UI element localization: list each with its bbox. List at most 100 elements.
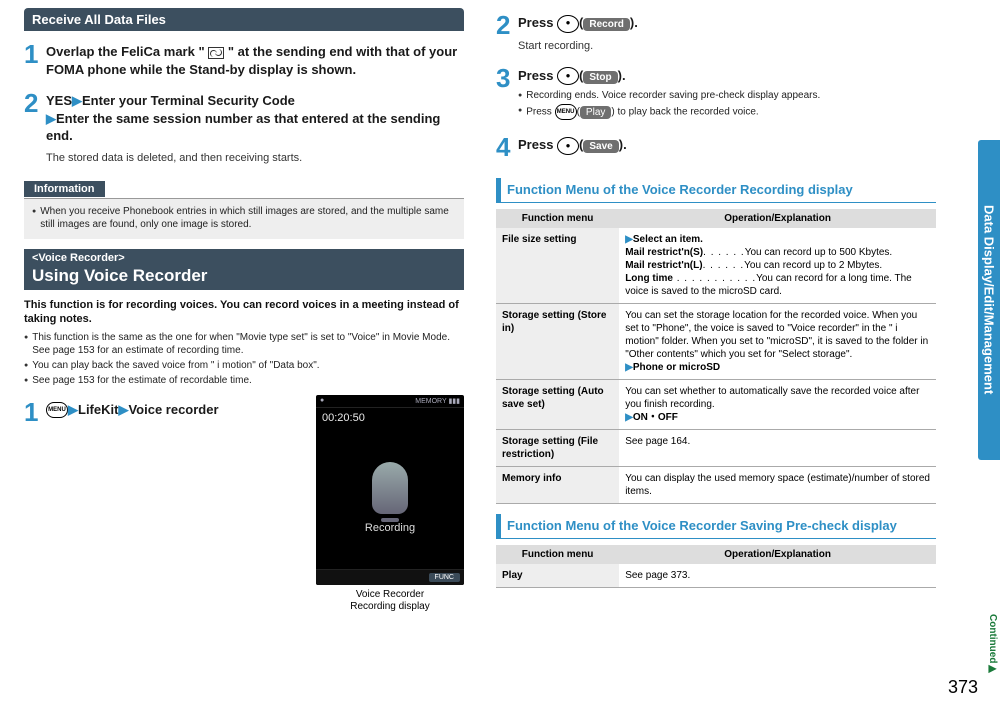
screenshot-timer: 00:20:50 [316,407,464,428]
text: Enter the same session number as that en… [46,111,440,144]
text: You can record up to 2 Mbytes. [744,260,882,271]
right-step-4: 4 Press ●(Save). [496,134,936,160]
table-row: File size setting ▶Select an item. Mail … [496,228,936,304]
screenshot-caption: Voice Recorder Recording display [350,589,430,613]
text: Recording display [350,601,430,612]
step-body: YES▶Enter your Terminal Security Code ▶E… [46,90,464,165]
text: Select an item. [633,234,703,245]
step-body: Press ●(Record). Start recording. [518,12,936,53]
info-bullet: When you receive Phonebook entries in wh… [32,205,456,231]
step-body: MENU▶LifeKit▶Voice recorder [46,399,316,419]
menu-item-op: ▶Select an item. Mail restrict'n(S). . .… [619,228,936,304]
text: YES [46,93,72,108]
text: . . . . . . . . . . . [673,273,756,284]
menu-key-icon: MENU [555,104,577,120]
bullet: You can play back the saved voice from "… [24,359,464,372]
step-title: Overlap the FeliCa mark " " at the sendi… [46,43,464,78]
arrow-icon: ▶ [68,402,78,417]
step-description: Start recording. [518,39,936,53]
text: Voice Recorder [356,589,424,600]
text: Phone or microSD [633,362,720,373]
function-menu-table-recording: Function menu Operation/Explanation File… [496,209,936,504]
page-number: 373 [948,677,978,698]
step-title: Press ●(Save). [518,136,936,155]
menu-item-op: You can set whether to automatically sav… [619,380,936,430]
left-step-1b: 1 MENU▶LifeKit▶Voice recorder [24,399,316,425]
text: Overlap the FeliCa mark " [46,44,205,59]
information-box: When you receive Phonebook entries in wh… [24,199,464,239]
step-body: Press ●(Save). [518,134,936,155]
center-key-icon: ● [557,15,579,33]
save-pill: Save [583,140,618,153]
text: See page 153 for the estimate of recorda… [32,374,252,387]
felica-icon [208,47,224,59]
screenshot-wrap: ● MEMORY ▮▮▮ 00:20:50 Recording FUNC Voi… [316,395,464,613]
center-key-icon: ● [557,67,579,85]
arrow-icon: ▶ [118,402,128,417]
table-row: Storage setting (File restriction) See p… [496,430,936,467]
text: Press [518,68,557,83]
col-header-menu: Function menu [496,209,619,228]
play-pill: Play [580,106,611,119]
text: Recording ends. Voice recorder saving pr… [526,89,820,102]
table-row: Storage setting (Store in) You can set t… [496,304,936,380]
right-column: 2 Press ●(Record). Start recording. 3 Pr… [496,8,936,613]
arrow-icon: ▶ [46,111,56,126]
record-pill: Record [583,18,629,31]
left-step-1: 1 Overlap the FeliCa mark " " at the sen… [24,41,464,78]
text: Voice recorder [128,402,218,417]
right-step-2: 2 Press ●(Record). Start recording. [496,12,936,53]
arrow-icon: ▶ [625,234,633,245]
text: Enter your Terminal Security Code [82,93,295,108]
menu-item-name: Storage setting (File restriction) [496,430,619,467]
rec-indicator-icon: ● [320,397,324,405]
bullet: See page 153 for the estimate of recorda… [24,374,464,387]
menu-item-name: File size setting [496,228,619,304]
menu-item-op: You can set the storage location for the… [619,304,936,380]
step-body: Overlap the FeliCa mark " " at the sendi… [46,41,464,78]
softkey-func: FUNC [429,573,460,582]
table-header-row: Function menu Operation/Explanation [496,209,936,228]
table-row: Memory info You can display the used mem… [496,467,936,504]
table-row: Play See page 373. [496,564,936,588]
center-key-icon: ● [557,137,579,155]
text: to play back the recorded voice. [615,107,759,118]
microphone-icon [372,462,408,514]
step-number: 2 [496,12,518,38]
menu-item-name: Storage setting (Store in) [496,304,619,380]
screenshot-statusbar: ● MEMORY ▮▮▮ [316,395,464,407]
section-main-header: Using Voice Recorder [24,264,464,290]
step-description: The stored data is deleted, and then rec… [46,151,464,165]
text: Press [518,137,557,152]
text: . [622,68,626,83]
function-menu-table-precheck: Function menu Operation/Explanation Play… [496,545,936,588]
voice-recorder-screenshot: ● MEMORY ▮▮▮ 00:20:50 Recording FUNC [316,395,464,585]
step-number: 4 [496,134,518,160]
step-with-screenshot: 1 MENU▶LifeKit▶Voice recorder ● MEMORY ▮… [24,395,464,613]
menu-item-op: See page 164. [619,430,936,467]
step-number: 3 [496,65,518,91]
bullet: Recording ends. Voice recorder saving pr… [518,89,936,102]
text: You can set the storage location for the… [625,310,928,360]
bullet: This function is the same as the one for… [24,331,464,357]
function-menu-header-precheck: Function Menu of the Voice Recorder Savi… [496,514,936,539]
text: You can record up to 500 Kbytes. [745,247,893,258]
intro-bullets: This function is the same as the one for… [24,331,464,387]
text: Press [526,107,554,118]
text: You can play back the saved voice from "… [32,359,319,372]
memory-indicator: MEMORY ▮▮▮ [415,397,460,405]
text: . [634,15,638,30]
screenshot-center: Recording [316,428,464,569]
text: This function is the same as the one for… [32,331,464,357]
col-header-op: Operation/Explanation [619,545,936,564]
step-number: 2 [24,90,46,116]
text: . . . . . . [703,260,745,271]
stop-pill: Stop [583,71,617,84]
step-number: 1 [24,399,46,425]
arrow-icon: ▶ [625,362,633,373]
text: . [623,137,627,152]
step-body: Press ●(Stop). Recording ends. Voice rec… [518,65,936,123]
continued-indicator: Continued▶ [987,614,998,674]
step-title: Press ●(Stop). [518,67,936,86]
menu-item-op: See page 373. [619,564,936,588]
